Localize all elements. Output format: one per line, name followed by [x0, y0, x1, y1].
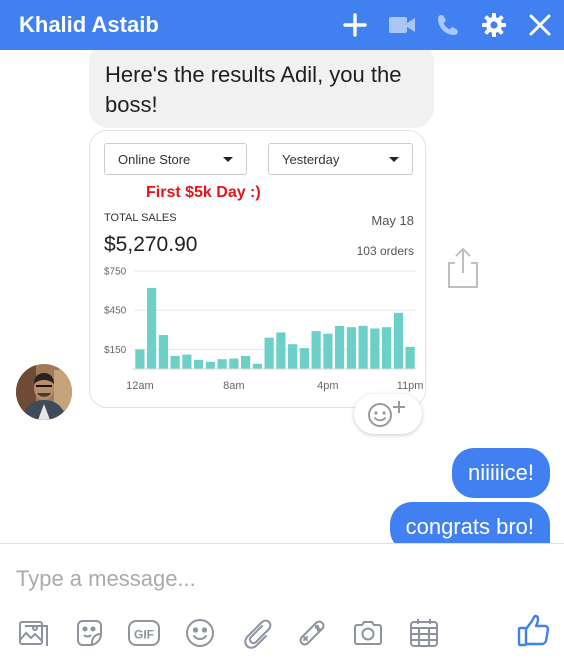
- chart-bar: [358, 325, 368, 369]
- chart-bar: [217, 359, 227, 369]
- outgoing-message-bubble[interactable]: niiiiice!: [451, 448, 550, 498]
- period-select: Yesterday: [268, 143, 413, 175]
- y-tick-label: $450: [104, 306, 127, 317]
- x-tick-label: 12am: [126, 380, 154, 392]
- store-select-value: Online Store: [118, 152, 191, 167]
- chart-bar: [241, 355, 251, 369]
- orders-count: 103 orders: [356, 244, 414, 258]
- chevron-down-icon: [223, 157, 233, 162]
- sticker-icon[interactable]: [72, 616, 106, 650]
- svg-text:GIF: GIF: [134, 628, 154, 642]
- chart-bar: [299, 348, 309, 369]
- chart-bar: [288, 344, 298, 369]
- camera-icon[interactable]: [351, 616, 385, 650]
- message-composer: GIF: [0, 544, 564, 662]
- y-tick-label: $750: [104, 267, 127, 278]
- gif-icon[interactable]: GIF: [127, 616, 161, 650]
- chart-bar: [405, 346, 415, 369]
- chart-bar: [170, 355, 180, 369]
- chart-bar: [393, 312, 403, 369]
- phone-icon[interactable]: [433, 10, 463, 40]
- store-select: Online Store: [104, 143, 247, 175]
- chart-bar: [264, 337, 274, 369]
- annotation-text: First $5k Day :): [146, 184, 261, 201]
- video-camera-icon[interactable]: [387, 10, 417, 40]
- chart-bar: [252, 363, 262, 369]
- avatar[interactable]: [16, 364, 72, 420]
- messenger-chat-window: Khalid Astaib Here's the results Adil, y…: [0, 0, 564, 662]
- chart-bar: [135, 349, 145, 369]
- message-input[interactable]: [16, 562, 536, 596]
- sales-chart: $750 $450 $150 12am 8am 4pm 11pm: [104, 267, 424, 393]
- game-controller-icon[interactable]: [295, 616, 329, 650]
- gear-icon[interactable]: [479, 10, 509, 40]
- chart-bar: [311, 331, 321, 369]
- emoji-icon[interactable]: [183, 616, 217, 650]
- incoming-message-bubble[interactable]: Here's the results Adil, you the boss!: [89, 50, 434, 128]
- chart-bar: [323, 333, 333, 369]
- chart-bar: [182, 354, 192, 369]
- chart-bar: [335, 325, 345, 369]
- chart-bar: [276, 332, 286, 369]
- image-icon[interactable]: [16, 616, 50, 650]
- outgoing-message-bubble[interactable]: congrats bro!: [389, 502, 550, 543]
- chart-bar: [346, 327, 356, 369]
- shopify-sales-screenshot[interactable]: Online Store Yesterday First $5k Day :) …: [89, 130, 426, 408]
- total-sales-value: $5,270.90: [104, 233, 198, 256]
- add-reaction-button[interactable]: [354, 394, 422, 434]
- chart-bar: [158, 335, 168, 369]
- chart-bar: [147, 287, 157, 369]
- conversation-area[interactable]: Here's the results Adil, you the boss! O…: [0, 50, 564, 543]
- chat-title[interactable]: Khalid Astaib: [19, 12, 159, 38]
- plus-icon[interactable]: [340, 10, 370, 40]
- chart-bar: [382, 327, 392, 369]
- calendar-icon[interactable]: [407, 616, 441, 650]
- x-tick-label: 11pm: [397, 380, 424, 392]
- chart-bar: [194, 359, 204, 369]
- total-sales-label: TOTAL SALES: [104, 212, 177, 224]
- chat-header: Khalid Astaib: [0, 0, 564, 50]
- share-icon[interactable]: [444, 245, 482, 291]
- sales-date: May 18: [371, 213, 414, 228]
- x-tick-label: 4pm: [317, 380, 338, 392]
- period-select-value: Yesterday: [282, 152, 340, 167]
- x-tick-label: 8am: [223, 380, 244, 392]
- chart-bar: [370, 328, 380, 369]
- paperclip-icon[interactable]: [239, 616, 273, 650]
- chevron-down-icon: [389, 157, 399, 162]
- chart-bar: [229, 358, 239, 369]
- chart-bar: [205, 361, 215, 369]
- thumbs-up-icon[interactable]: [517, 614, 551, 648]
- y-tick-label: $150: [104, 345, 127, 356]
- close-icon[interactable]: [525, 10, 555, 40]
